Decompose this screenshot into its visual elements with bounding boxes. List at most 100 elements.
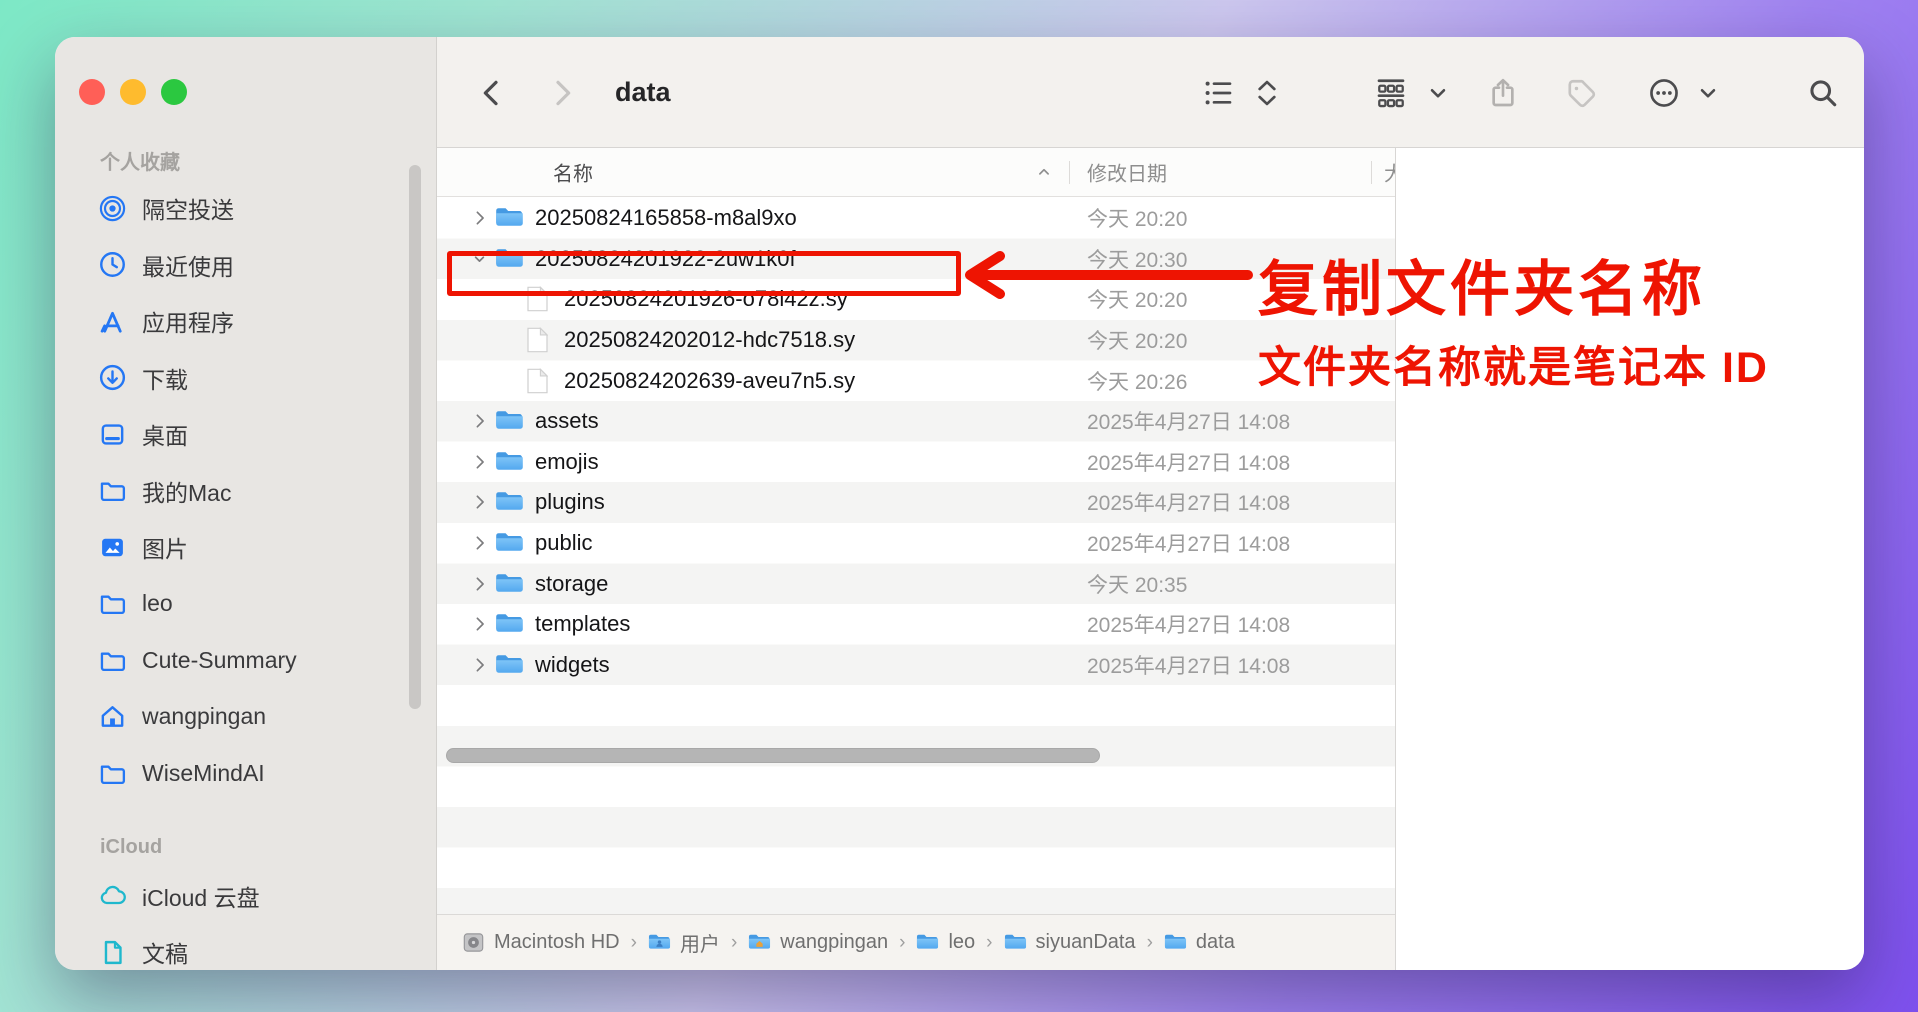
share-icon[interactable] <box>1487 77 1519 109</box>
airdrop-icon <box>97 193 127 223</box>
column-divider[interactable] <box>1069 161 1070 184</box>
file-name: 20250824202012-hdc7518.sy <box>564 327 855 353</box>
sidebar-item-icloud-云盘[interactable]: iCloud 云盘 <box>55 868 436 925</box>
zoom-button[interactable] <box>161 79 187 105</box>
group-by-icon[interactable] <box>1375 77 1407 109</box>
sidebar-item-label: 图片 <box>142 530 188 564</box>
disclosure-closed-icon[interactable] <box>467 494 491 511</box>
sidebar-item-文稿[interactable]: 文稿 <box>55 924 436 970</box>
folder-home-icon <box>748 931 771 954</box>
folder-users-icon <box>648 931 671 954</box>
file-row[interactable]: 20250824165858-m8al9xo今天 20:20 <box>437 198 1395 239</box>
minimize-button[interactable] <box>120 79 146 105</box>
file-row[interactable]: templates2025年4月27日 14:08 <box>437 604 1395 645</box>
column-divider[interactable] <box>1371 161 1372 184</box>
path-item-用户[interactable]: 用户 <box>648 928 720 957</box>
disclosure-closed-icon[interactable] <box>467 453 491 470</box>
path-item-data[interactable]: data <box>1164 931 1235 954</box>
window-title: data <box>615 77 671 108</box>
sidebar-sections: 个人收藏隔空投送最近使用应用程序下载桌面我的Mac图片leoCute-Summa… <box>55 140 436 970</box>
file-date-modified: 2025年4月27日 14:08 <box>1087 406 1290 436</box>
sort-ascending-icon <box>1035 163 1053 181</box>
column-header-size[interactable]: 大小 <box>1384 158 1395 187</box>
disclosure-closed-icon[interactable] <box>467 413 491 430</box>
sidebar-item-桌面[interactable]: 桌面 <box>55 406 436 463</box>
sidebar-item-leo[interactable]: leo <box>55 576 436 633</box>
file-row[interactable]: 20250824201922-2uw1k0f今天 20:30 <box>437 239 1395 280</box>
sidebar-item-我的mac[interactable]: 我的Mac <box>55 463 436 520</box>
forward-button[interactable] <box>546 77 578 109</box>
path-item-label: leo <box>948 931 975 954</box>
sidebar-item-下载[interactable]: 下载 <box>55 350 436 407</box>
file-row[interactable]: 20250824201926-o78l42z.sy今天 20:20 <box>437 279 1395 320</box>
path-item-wangpingan[interactable]: wangpingan <box>748 931 888 954</box>
list-view-icon[interactable] <box>1202 77 1234 109</box>
horizontal-scrollbar[interactable] <box>446 748 1100 763</box>
column-header-date[interactable]: 修改日期 <box>1087 158 1167 187</box>
close-button[interactable] <box>79 79 105 105</box>
sidebar-item-wisemindai[interactable]: WiseMindAI <box>55 745 436 802</box>
path-bar: Macintosh HD›用户›wangpingan›leo›siyuanDat… <box>437 914 1395 970</box>
sidebar-item-label: leo <box>142 590 173 617</box>
disclosure-closed-icon[interactable] <box>467 575 491 592</box>
path-item-label: data <box>1196 931 1235 954</box>
file-name: public <box>535 530 592 556</box>
preview-pane <box>1395 148 1864 970</box>
disclosure-closed-icon[interactable] <box>467 616 491 633</box>
appstore-icon <box>97 306 127 336</box>
clock-icon <box>97 250 127 280</box>
path-separator: › <box>631 932 637 954</box>
file-row[interactable]: assets2025年4月27日 14:08 <box>437 401 1395 442</box>
folder-line-icon <box>97 645 127 675</box>
content-area: 名称 修改日期 大小 20250824165858-m8al9xo今天 20:2… <box>437 148 1864 970</box>
sort-chevrons-icon[interactable] <box>1251 77 1283 109</box>
disclosure-closed-icon[interactable] <box>467 535 491 552</box>
sidebar-item-隔空投送[interactable]: 隔空投送 <box>55 180 436 237</box>
path-item-leo[interactable]: leo <box>916 931 975 954</box>
file-date-modified: 今天 20:26 <box>1087 366 1187 396</box>
sidebar-item-图片[interactable]: 图片 <box>55 519 436 576</box>
disclosure-open-icon[interactable] <box>467 250 491 267</box>
search-icon[interactable] <box>1807 77 1839 109</box>
file-name: emojis <box>535 449 599 475</box>
back-button[interactable] <box>476 77 508 109</box>
file-row[interactable]: plugins2025年4月27日 14:08 <box>437 482 1395 523</box>
file-date-modified: 今天 20:20 <box>1087 284 1187 314</box>
file-row[interactable]: 20250824202639-aveu7n5.sy今天 20:26 <box>437 360 1395 401</box>
sidebar-item-应用程序[interactable]: 应用程序 <box>55 293 436 350</box>
file-date-modified: 今天 20:20 <box>1087 203 1187 233</box>
file-row[interactable]: emojis2025年4月27日 14:08 <box>437 442 1395 483</box>
disclosure-closed-icon[interactable] <box>467 210 491 227</box>
sidebar-scrollbar[interactable] <box>409 165 421 709</box>
desktop-icon <box>97 419 127 449</box>
file-row[interactable]: widgets2025年4月27日 14:08 <box>437 645 1395 686</box>
sidebar-item-label: 桌面 <box>142 417 188 451</box>
column-header-name[interactable]: 名称 <box>553 158 593 187</box>
folder-icon <box>1004 931 1027 954</box>
sidebar-item-label: 下载 <box>142 361 188 395</box>
sidebar-item-label: 文稿 <box>142 935 188 969</box>
tag-icon[interactable] <box>1565 77 1597 109</box>
file-row[interactable]: storage今天 20:35 <box>437 563 1395 604</box>
sidebar-item-最近使用[interactable]: 最近使用 <box>55 237 436 294</box>
path-item-siyuandata[interactable]: siyuanData <box>1004 931 1136 954</box>
chevron-down-icon[interactable] <box>1695 80 1721 106</box>
sidebar-item-wangpingan[interactable]: wangpingan <box>55 689 436 746</box>
sidebar-item-label: WiseMindAI <box>142 760 265 787</box>
path-item-label: wangpingan <box>780 931 888 954</box>
folder-icon <box>495 531 524 555</box>
sidebar-item-cute-summary[interactable]: Cute-Summary <box>55 632 436 689</box>
disclosure-closed-icon[interactable] <box>467 656 491 673</box>
file-name: 20250824201922-2uw1k0f <box>535 246 796 272</box>
path-item-label: siyuanData <box>1036 931 1136 954</box>
file-date-modified: 今天 20:20 <box>1087 325 1187 355</box>
path-item-macintosh-hd[interactable]: Macintosh HD <box>462 931 620 954</box>
more-icon[interactable] <box>1648 77 1680 109</box>
file-row[interactable]: public2025年4月27日 14:08 <box>437 523 1395 564</box>
path-separator: › <box>899 932 905 954</box>
path-item-label: 用户 <box>680 928 720 957</box>
folder-icon <box>495 450 524 474</box>
sidebar-item-label: 隔空投送 <box>142 191 234 225</box>
chevron-down-icon[interactable] <box>1425 80 1451 106</box>
file-row[interactable]: 20250824202012-hdc7518.sy 今天 20:20 <box>437 320 1395 361</box>
